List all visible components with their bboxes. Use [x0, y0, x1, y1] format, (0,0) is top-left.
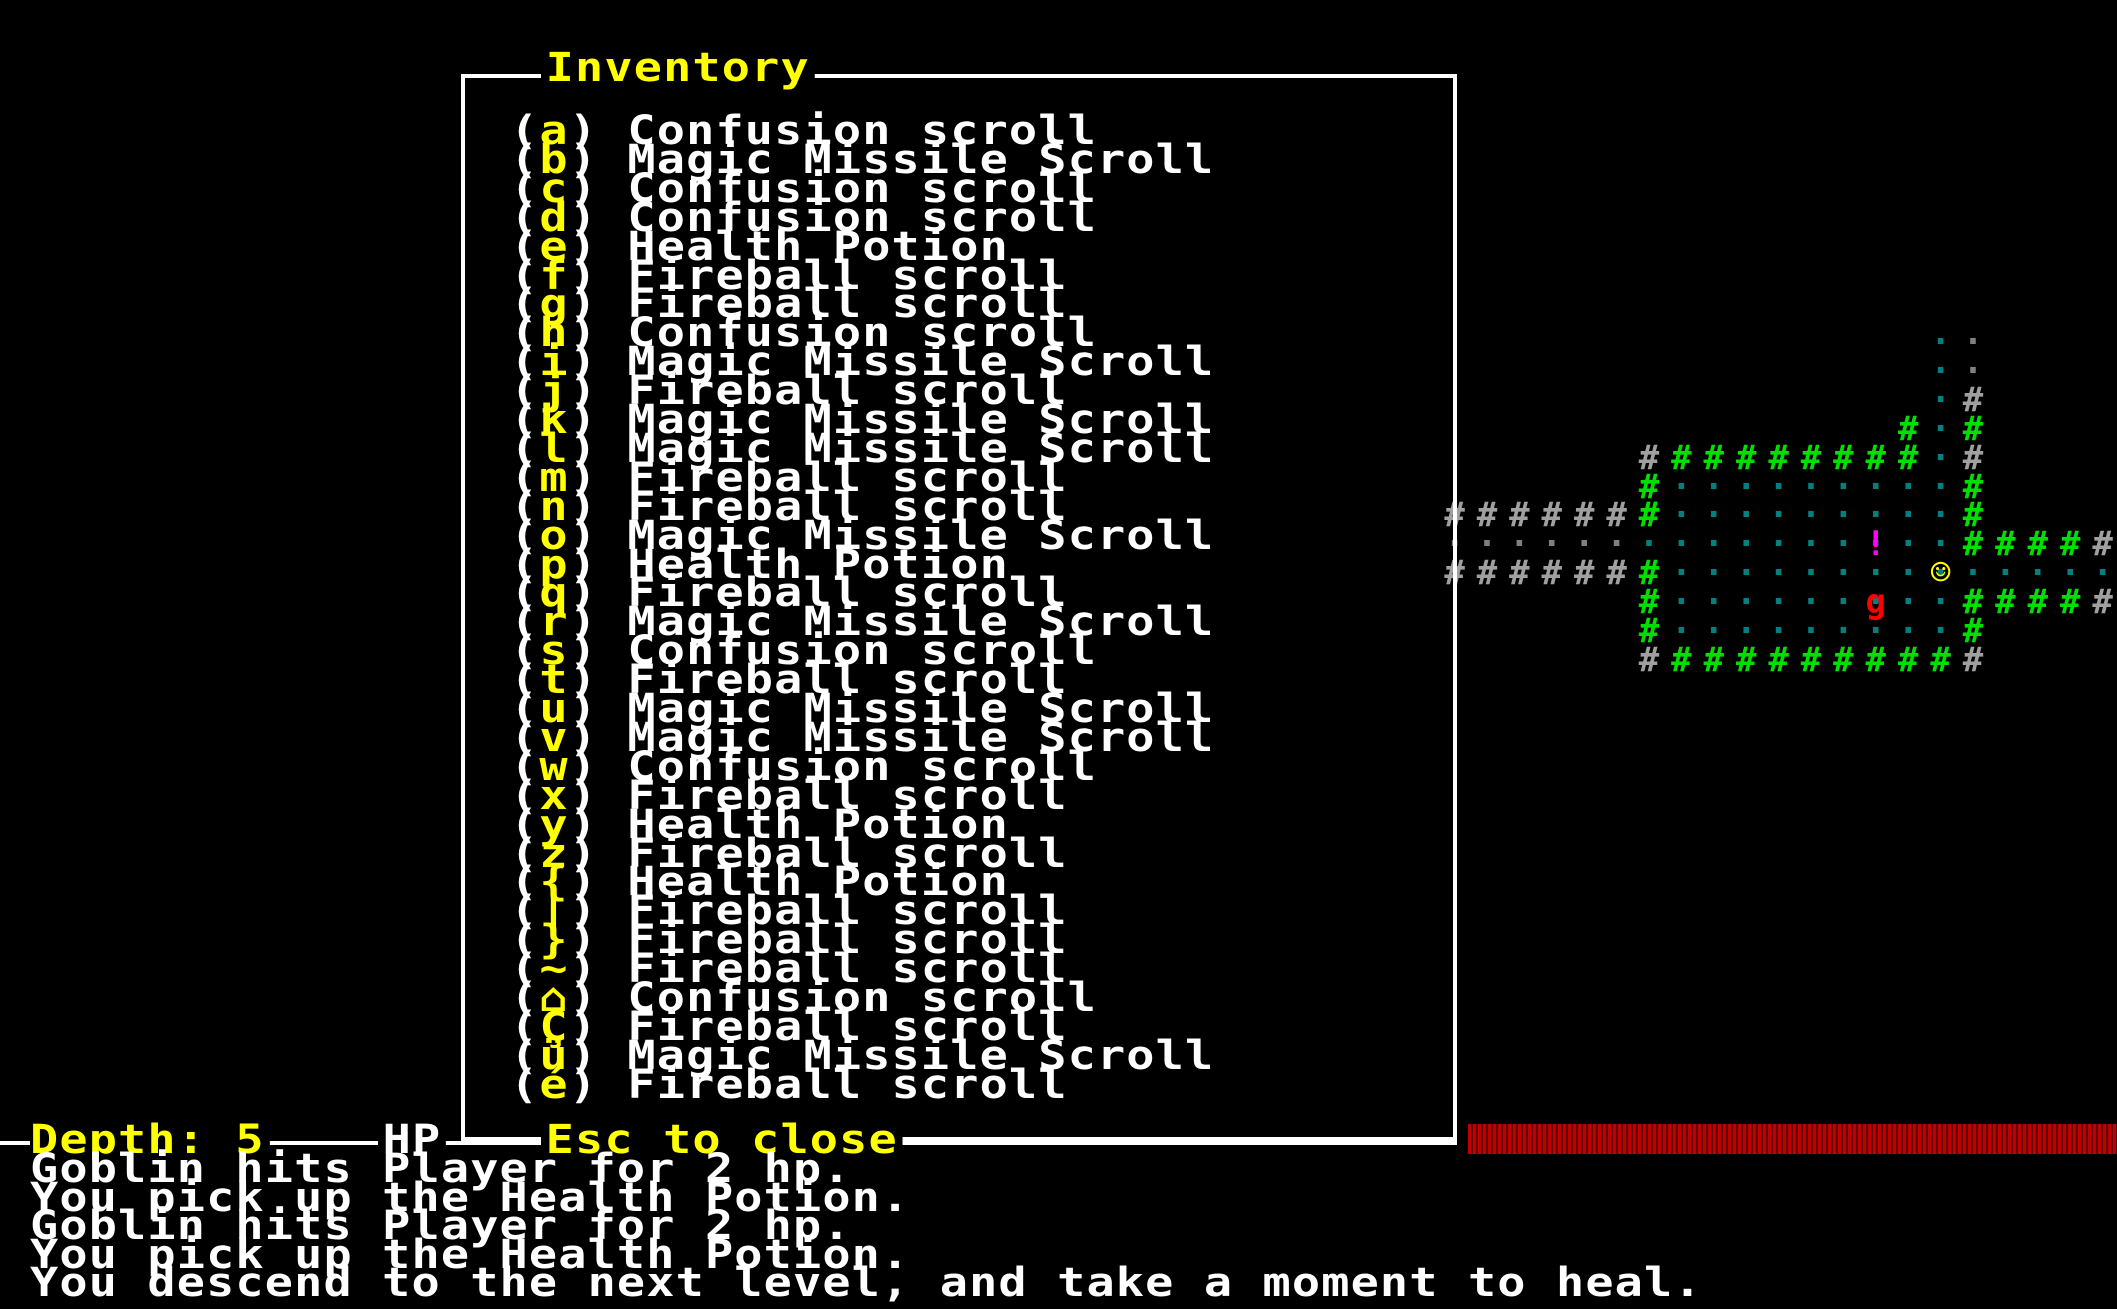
health-potion-icon: ! [1865, 524, 1887, 565]
floor-tile: · [2092, 553, 2113, 594]
item-key: é [539, 1061, 569, 1108]
floor-tile: · [1930, 379, 1951, 420]
wall-tile: # [1735, 639, 1757, 680]
wall-tile: # [1897, 639, 1919, 680]
floor-tile: · [1962, 553, 1984, 594]
wall-tile: # [1800, 639, 1822, 680]
floor-tile: · [2027, 553, 2049, 594]
floor-tile: · [1541, 524, 1563, 565]
wall-tile: # [1671, 639, 1692, 680]
floor-tile: · [1606, 524, 1627, 565]
wall-tile: # [1768, 639, 1789, 680]
wall-tile: # [1833, 639, 1854, 680]
floor-tile: · [1509, 524, 1530, 565]
wall-tile: # [1703, 639, 1725, 680]
hp-bar [1468, 1124, 2117, 1154]
wall-tile: # [1930, 639, 1951, 680]
floor-tile: · [1995, 553, 2016, 594]
inventory-item[interactable]: (é) Fireball scroll [510, 1065, 1068, 1105]
floor-tile: · [1476, 524, 1498, 565]
player-icon: ☺ [1930, 553, 1951, 594]
wall-tile: # [1962, 639, 1984, 680]
floor-tile: · [2059, 553, 2081, 594]
item-key-close-paren: ) [568, 1061, 628, 1108]
log-line: You descend to the next level, and take … [30, 1260, 1703, 1306]
wall-tile: # [1638, 639, 1660, 680]
goblin-icon: g [1865, 582, 1887, 623]
inventory-title: Inventory [541, 48, 815, 88]
item-name: Fireball scroll [627, 1061, 1068, 1108]
item-key-open-paren: ( [510, 1061, 540, 1108]
floor-tile: · [1638, 524, 1660, 565]
floor-tile: · [1573, 524, 1595, 565]
wall-tile: # [1865, 639, 1887, 680]
